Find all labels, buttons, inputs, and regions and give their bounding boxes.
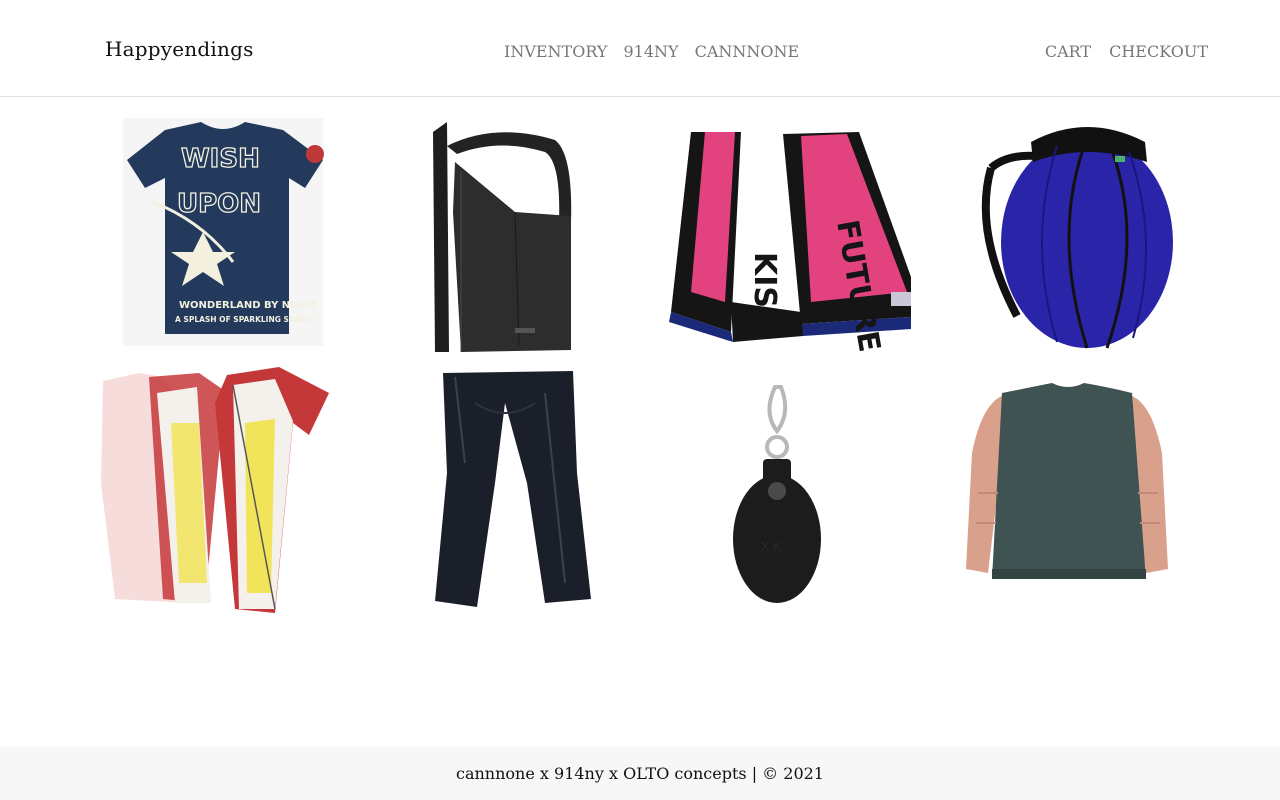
blue-backpack-image [981, 127, 1173, 349]
knit-top-image [966, 383, 1168, 579]
leather-bag-image [433, 122, 572, 352]
product-card-tee-red-yellow[interactable] [64, 363, 354, 623]
svg-text:WISH: WISH [181, 144, 260, 174]
kiss-the-future-scarf-image: KISS FUTURE [669, 132, 911, 352]
tshirt-stars-image: WISH UPON WONDERLAND BY NIGHT A SPLASH O… [123, 118, 324, 346]
product-card-tee-stars[interactable]: WISH UPON WONDERLAND BY NIGHT A SPLASH O… [68, 97, 358, 357]
black-trousers-image [435, 371, 591, 607]
product-card-grenade-keychain[interactable]: X·K [636, 363, 926, 623]
nav-cart[interactable]: CART [1045, 42, 1091, 61]
tshirt-print-line-1: WONDERLAND BY NIGHT [179, 300, 317, 311]
nav-914ny[interactable]: 914NY [623, 42, 678, 61]
nav-checkout[interactable]: CHECKOUT [1109, 42, 1208, 61]
svg-text:UPON: UPON [177, 189, 261, 219]
footer-credits: cannnone x 914ny x OLTO concepts | © 202… [456, 764, 824, 783]
svg-text:X·K: X·K [761, 540, 782, 554]
svg-text:KISS: KISS [747, 252, 782, 328]
account-nav: CART CHECKOUT [1045, 42, 1208, 61]
product-card-sling-bag[interactable] [350, 97, 640, 357]
nav-inventory[interactable]: INVENTORY [504, 42, 607, 61]
product-card-scarf[interactable]: KISS FUTURE [636, 97, 926, 357]
red-white-tee-image [101, 367, 329, 613]
product-card-knit-top[interactable] [922, 363, 1212, 623]
product-card-trousers[interactable] [350, 363, 640, 623]
brand-logo[interactable]: Happyendings [105, 37, 254, 61]
grenade-keychain-image: X·K [733, 385, 821, 603]
product-card-backpack[interactable] [922, 97, 1212, 357]
nav-cannnone[interactable]: CANNNONE [695, 42, 800, 61]
site-footer: cannnone x 914ny x OLTO concepts | © 202… [0, 747, 1280, 800]
main-nav: INVENTORY 914NY CANNNONE [504, 42, 799, 61]
tshirt-print-line-2: A SPLASH OF SPARKLING STARS! [175, 315, 314, 324]
site-header: Happyendings INVENTORY 914NY CANNNONE CA… [0, 0, 1280, 97]
